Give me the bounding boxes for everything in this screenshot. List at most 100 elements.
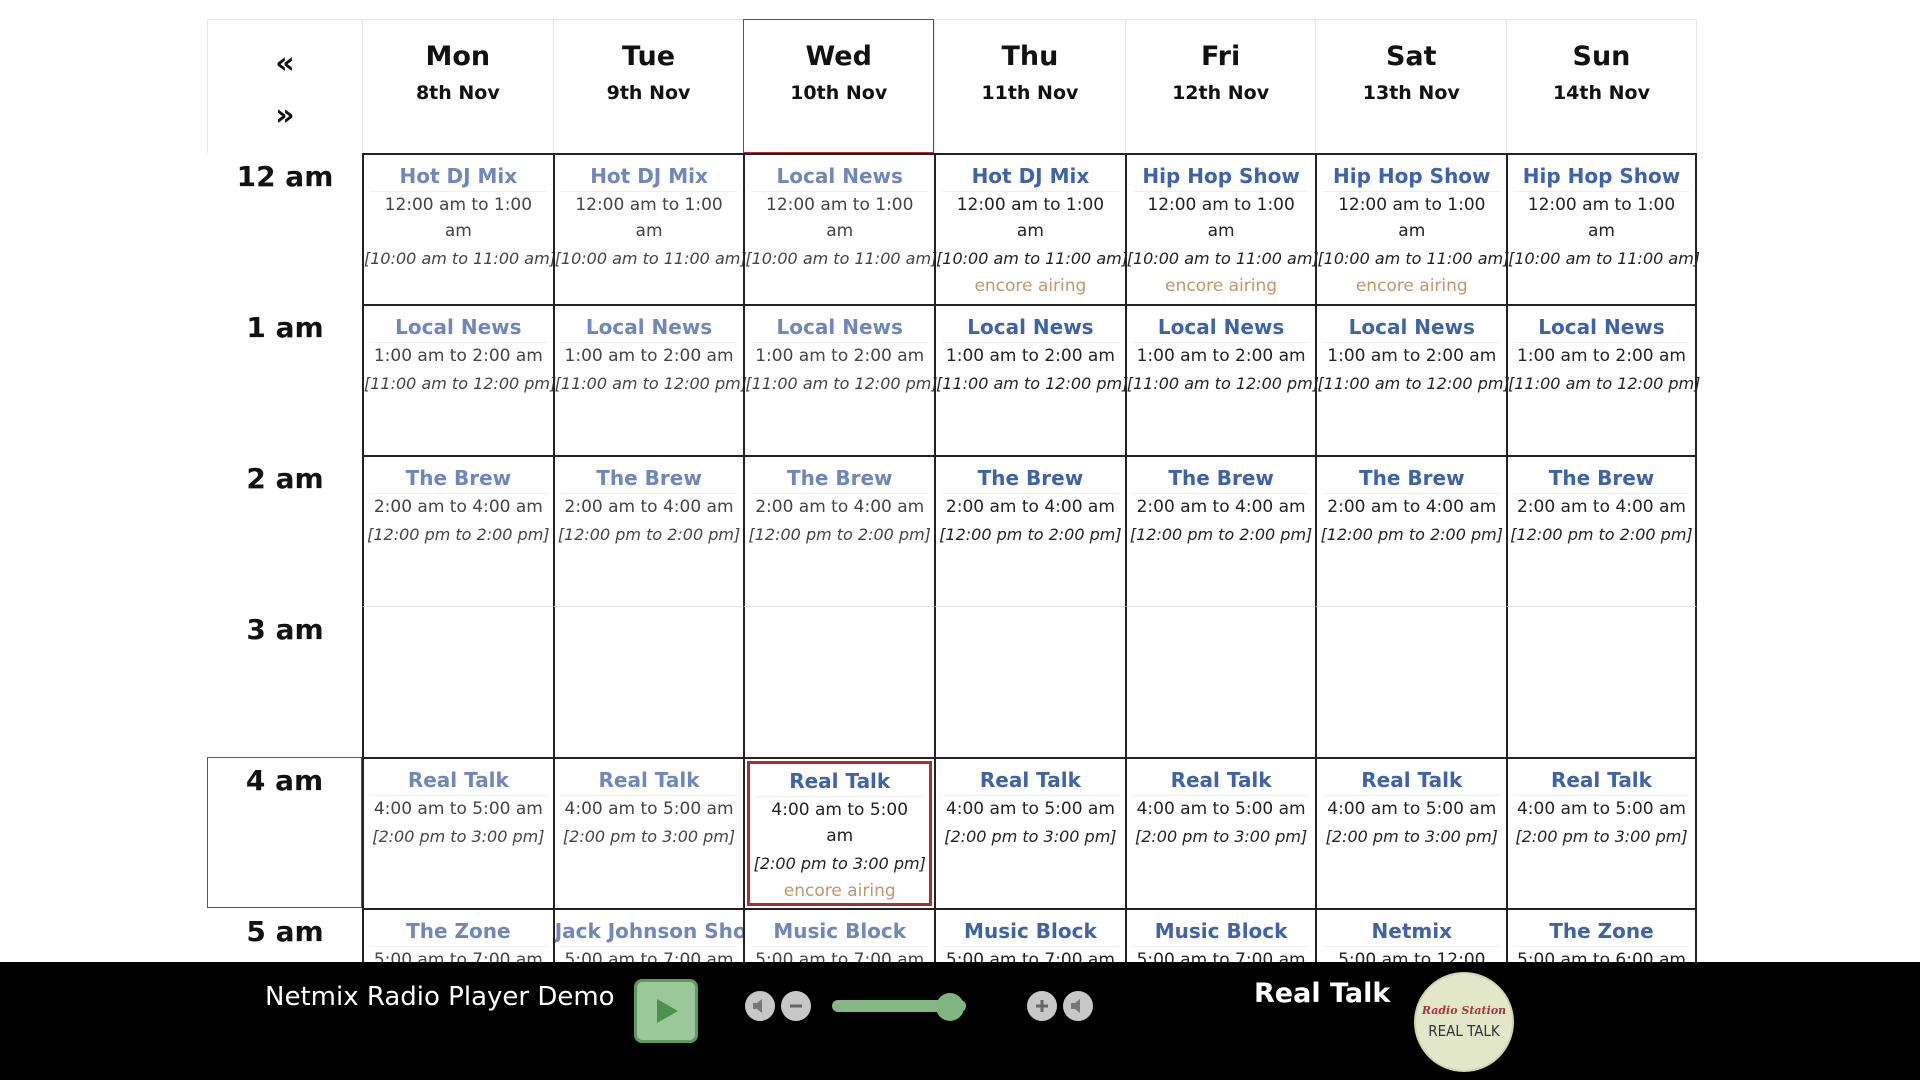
schedule-slot[interactable]: Local News 1:00 am to 2:00 am [11:00 am to… (1506, 304, 1700, 455)
schedule-slot[interactable]: The Brew 2:00 am to 4:00 am [12:00 pm to 2… (1506, 455, 1697, 606)
schedule-slot[interactable]: Real Talk 4:00 am to 5:00 am [2:00 pm to 3… (934, 757, 1125, 908)
show-title-link[interactable]: Real Talk (364, 767, 553, 793)
prev-week-button[interactable]: « (275, 45, 294, 83)
show-title-link[interactable]: Hip Hop Show (1508, 163, 1695, 189)
show-time: 1:00 am to 2:00 am (1132, 342, 1310, 369)
empty-slot (934, 606, 1125, 757)
schedule-slot[interactable]: Real Talk 4:00 am to 5:00 am [2:00 pm to 3… (362, 757, 553, 908)
schedule-slot[interactable]: Music Block 5:00 am to 7:00 am (934, 908, 1125, 962)
schedule-slot[interactable]: Local News 1:00 am to 2:00 am [11:00 am to… (934, 304, 1129, 455)
show-title-link[interactable]: Local News (745, 163, 934, 189)
show-title-link[interactable]: Hot DJ Mix (936, 163, 1125, 189)
schedule-slot[interactable]: Real Talk 4:00 am to 5:00 am [2:00 pm to 3… (1124, 757, 1316, 908)
show-title-link[interactable]: The Zone (364, 918, 553, 944)
show-time: 1:00 am to 2:00 am (751, 342, 929, 369)
show-title-link[interactable]: Jack Johnson Show (555, 918, 744, 944)
volume-slider-handle[interactable] (935, 993, 964, 1021)
show-title-link[interactable]: Local News (1317, 314, 1506, 340)
volume-down-icon[interactable] (781, 991, 811, 1021)
schedule-slot[interactable]: Local News 1:00 am to 2:00 am [11:00 am to… (1315, 304, 1510, 455)
schedule-slot[interactable]: Local News 1:00 am to 2:00 am [11:00 am to… (743, 304, 938, 455)
show-title-link[interactable]: Local News (1127, 314, 1316, 340)
show-title-link[interactable]: Real Talk (1508, 767, 1695, 793)
schedule-slot[interactable]: The Brew 2:00 am to 4:00 am [12:00 pm to 2… (1124, 455, 1316, 606)
next-week-button[interactable]: » (275, 97, 294, 135)
show-title-link[interactable]: Local News (1508, 314, 1695, 340)
show-title-link[interactable]: Local News (936, 314, 1125, 340)
schedule-slot[interactable]: Local News 1:00 am to 2:00 am [11:00 am to… (552, 304, 747, 455)
show-title-link[interactable]: Music Block (936, 918, 1125, 944)
schedule-slot[interactable]: Hot DJ Mix 12:00 am to 1:00 am [10:00 am t… (934, 153, 1128, 304)
schedule-slot[interactable]: Hip Hop Show 12:00 am to 1:00 am [10:00 am… (1124, 153, 1319, 304)
show-title-link[interactable]: The Brew (1127, 465, 1316, 491)
show-title-link[interactable]: Hip Hop Show (1317, 163, 1506, 189)
show-title-link[interactable]: The Brew (364, 465, 553, 491)
show-title-link[interactable]: The Brew (1508, 465, 1695, 491)
show-alt-time: [12:00 pm to 2:00 pm] (748, 525, 931, 544)
schedule-slot[interactable]: Music Block 5:00 am to 7:00 am (1124, 908, 1316, 962)
show-time: 4:00 am to 5:00 am (942, 795, 1119, 822)
show-title-link[interactable]: The Brew (745, 465, 934, 491)
show-title-link[interactable]: Real Talk (555, 767, 744, 793)
show-time: 1:00 am to 2:00 am (942, 342, 1119, 369)
play-button[interactable] (634, 979, 698, 1043)
empty-slot (743, 606, 935, 757)
show-title-link[interactable]: Music Block (745, 918, 934, 944)
show-card: Local News 1:00 am to 2:00 am [11:00 am to… (1317, 306, 1509, 455)
schedule-slot[interactable]: Real Talk 4:00 am to 5:00 am [2:00 pm to 3… (1315, 757, 1507, 908)
encore-label: encore airing (1165, 276, 1278, 296)
schedule-slot[interactable]: The Brew 2:00 am to 4:00 am [12:00 pm to 2… (1315, 455, 1507, 606)
hour-label: 1 am (207, 304, 362, 455)
schedule-slot[interactable]: The Brew 2:00 am to 4:00 am [12:00 pm to 2… (552, 455, 744, 606)
show-title-link[interactable]: The Brew (555, 465, 744, 491)
schedule-slot[interactable]: The Brew 2:00 am to 4:00 am [12:00 pm to 2… (362, 455, 553, 606)
show-title-link[interactable]: Local News (364, 314, 553, 340)
show-title-link[interactable]: Hot DJ Mix (364, 163, 553, 189)
show-title-link[interactable]: Netmix (1317, 918, 1506, 944)
show-title-link[interactable]: The Brew (936, 465, 1125, 491)
show-title-link[interactable]: Hip Hop Show (1127, 163, 1316, 189)
schedule-slot[interactable]: Hip Hop Show 12:00 am to 1:00 am [10:00 am… (1315, 153, 1509, 304)
show-title-link[interactable]: The Zone (1508, 918, 1695, 944)
schedule-slot[interactable]: Hip Hop Show 12:00 am to 1:00 am [10:00 am… (1506, 153, 1700, 304)
volume-max-icon[interactable] (1063, 991, 1093, 1021)
show-title-link[interactable]: Music Block (1127, 918, 1316, 944)
day-date: 14th Nov (1552, 82, 1650, 104)
empty-slot (1506, 606, 1697, 757)
schedule-slot[interactable]: Real Talk 4:00 am to 5:00 am [2:00 pm to 3… (743, 757, 935, 908)
volume-up-icon[interactable] (1027, 991, 1057, 1021)
show-title-link[interactable]: Local News (555, 314, 744, 340)
show-title-link[interactable]: Local News (745, 314, 934, 340)
show-title-link[interactable]: Real Talk (1127, 767, 1316, 793)
show-alt-time: [10:00 am to 11:00 am] (364, 249, 556, 268)
schedule-slot[interactable]: Real Talk 4:00 am to 5:00 am [2:00 pm to 3… (1506, 757, 1697, 908)
day-header-fri: Fri 12th Nov (1124, 19, 1316, 153)
schedule-slot[interactable]: Jack Johnson Show 5:00 am to 7:00 am (552, 908, 744, 962)
mute-icon[interactable] (745, 991, 775, 1021)
schedule-slot[interactable]: The Zone 5:00 am to 6:00 am (1506, 908, 1697, 962)
schedule-slot[interactable]: The Brew 2:00 am to 4:00 am [12:00 pm to 2… (743, 455, 935, 606)
show-title-link[interactable]: The Brew (1317, 465, 1506, 491)
show-title-link[interactable]: Hot DJ Mix (555, 163, 744, 189)
schedule-slot[interactable]: The Zone 5:00 am to 7:00 am (362, 908, 553, 962)
show-time: 4:00 am to 5:00 am (370, 795, 547, 822)
schedule-slot[interactable]: Hot DJ Mix 12:00 am to 1:00 am [10:00 am t… (552, 153, 747, 304)
show-alt-time: [2:00 pm to 3:00 pm] (562, 827, 736, 846)
day-name: Tue (622, 41, 676, 72)
schedule-slot[interactable]: Real Talk 4:00 am to 5:00 am [2:00 pm to 3… (552, 757, 744, 908)
show-title-link[interactable]: Real Talk (1317, 767, 1506, 793)
show-alt-time: [11:00 am to 12:00 pm] (936, 374, 1129, 393)
schedule-slot[interactable]: Netmix 5:00 am to 12:00 pm (1315, 908, 1507, 962)
schedule-slot[interactable]: The Brew 2:00 am to 4:00 am [12:00 pm to 2… (934, 455, 1125, 606)
show-title-link[interactable]: Real Talk (936, 767, 1125, 793)
schedule-slot[interactable]: Music Block 5:00 am to 7:00 am (743, 908, 935, 962)
show-time: 2:00 am to 4:00 am (942, 493, 1119, 520)
show-card: Real Talk 4:00 am to 5:00 am [2:00 pm to 3… (1127, 759, 1316, 908)
schedule-slot[interactable]: Local News 1:00 am to 2:00 am [11:00 am to… (362, 304, 556, 455)
schedule-slot[interactable]: Hot DJ Mix 12:00 am to 1:00 am [10:00 am t… (362, 153, 556, 304)
show-title-link[interactable]: Real Talk (750, 768, 929, 794)
show-card: Local News 1:00 am to 2:00 am [11:00 am to… (1508, 306, 1700, 455)
schedule-slot[interactable]: Local News 12:00 am to 1:00 am [10:00 am t… (743, 153, 937, 304)
show-time: 5:00 am to 7:00 am (560, 946, 738, 962)
schedule-slot[interactable]: Local News 1:00 am to 2:00 am [11:00 am to… (1124, 304, 1319, 455)
